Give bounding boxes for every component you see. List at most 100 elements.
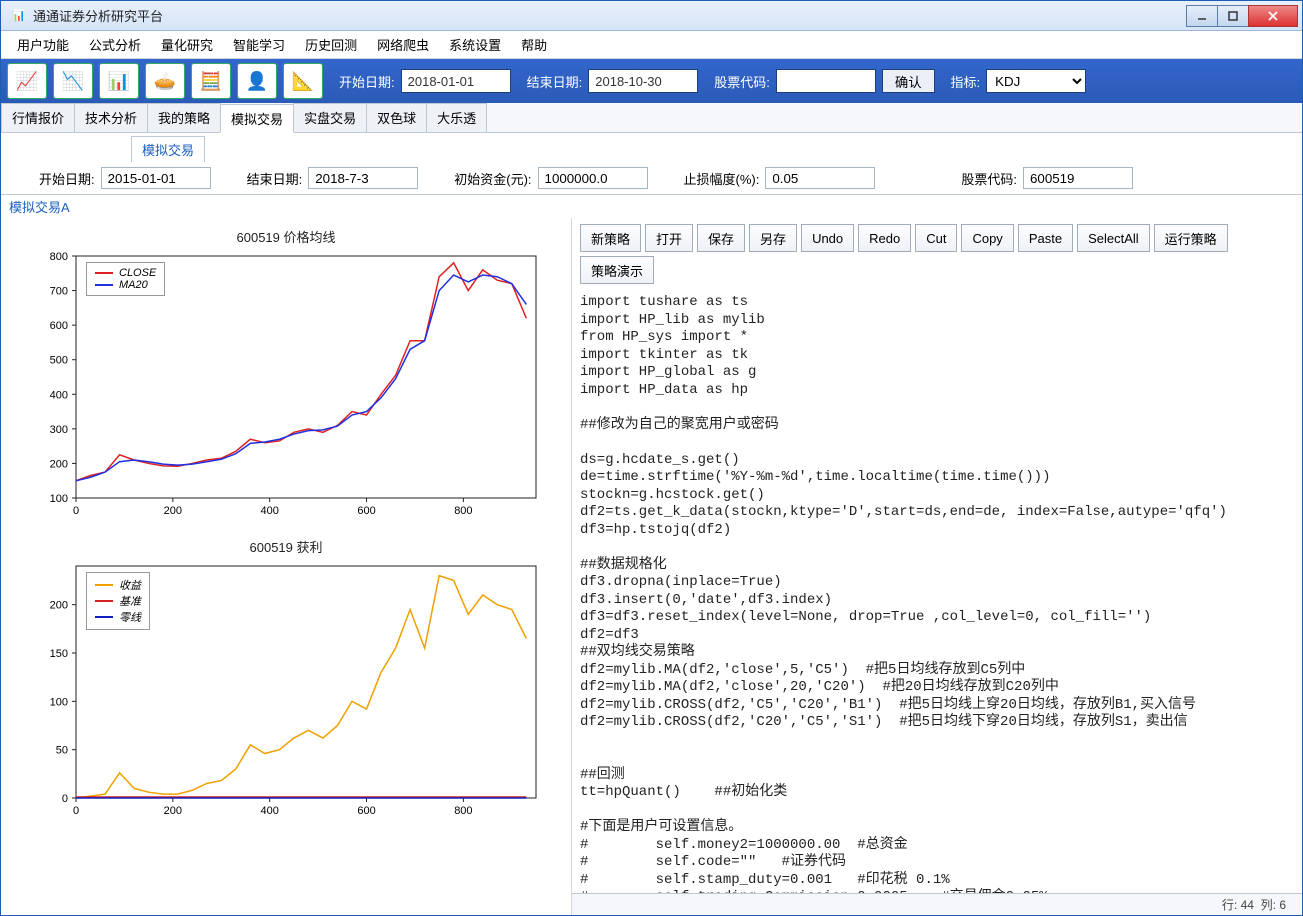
menu-item-4[interactable]: 历史回测 — [297, 33, 365, 56]
toolbar-indicator-label: 指标: — [951, 72, 981, 91]
editor-btn-6[interactable]: Cut — [915, 224, 957, 252]
svg-text:600: 600 — [357, 805, 375, 817]
svg-text:800: 800 — [50, 251, 68, 263]
menubar: 用户功能公式分析量化研究智能学习历史回测网络爬虫系统设置帮助 — [1, 31, 1302, 59]
toolbar-icon-3[interactable]: 📊 — [99, 63, 139, 99]
app-icon: 📊 — [11, 8, 27, 24]
tab-3[interactable]: 模拟交易 — [220, 104, 294, 133]
editor-btn-10[interactable]: 运行策略 — [1154, 224, 1228, 252]
tab-4[interactable]: 实盘交易 — [293, 103, 367, 132]
tab-1[interactable]: 技术分析 — [74, 103, 148, 132]
svg-text:100: 100 — [50, 696, 68, 708]
minimize-button[interactable] — [1186, 5, 1218, 27]
code-editor[interactable]: import tushare as ts import HP_lib as my… — [572, 290, 1302, 893]
svg-text:300: 300 — [50, 424, 68, 436]
svg-text:800: 800 — [454, 805, 472, 817]
status-line-label: 行: — [1222, 896, 1237, 913]
param-end-input[interactable] — [308, 167, 418, 189]
svg-text:50: 50 — [56, 745, 68, 757]
editor-btn-3[interactable]: 另存 — [749, 224, 797, 252]
editor-pane: 新策略打开保存另存UndoRedoCutCopyPasteSelectAll运行… — [571, 218, 1302, 915]
svg-text:150: 150 — [50, 648, 68, 660]
svg-text:600: 600 — [357, 505, 375, 517]
statusbar: 行: 44 列: 6 — [572, 893, 1302, 915]
param-stop-input[interactable] — [765, 167, 875, 189]
svg-text:200: 200 — [50, 458, 68, 470]
param-stop-label: 止损幅度(%): — [684, 169, 760, 188]
editor-btn-5[interactable]: Redo — [858, 224, 911, 252]
svg-text:200: 200 — [50, 600, 68, 612]
editor-btn-4[interactable]: Undo — [801, 224, 854, 252]
main-tabs: 行情报价技术分析我的策略模拟交易实盘交易双色球大乐透 — [1, 103, 1302, 133]
charts-pane: 600519 价格均线10020030040050060070080002004… — [1, 218, 571, 915]
param-stock-input[interactable] — [1023, 167, 1133, 189]
tab-0[interactable]: 行情报价 — [1, 103, 75, 132]
editor-btn-8[interactable]: Paste — [1018, 224, 1073, 252]
toolbar-icon-1[interactable]: 📈 — [7, 63, 47, 99]
svg-text:600: 600 — [50, 320, 68, 332]
indicator-select[interactable]: KDJ — [986, 69, 1086, 93]
menu-item-2[interactable]: 量化研究 — [153, 33, 221, 56]
svg-text:500: 500 — [50, 355, 68, 367]
svg-text:100: 100 — [50, 493, 68, 505]
toolbar-start-input[interactable] — [401, 69, 511, 93]
chart: 600519 价格均线10020030040050060070080002004… — [21, 228, 561, 528]
tab-6[interactable]: 大乐透 — [426, 103, 487, 132]
svg-text:0: 0 — [73, 805, 79, 817]
section-label: 模拟交易A — [1, 195, 1302, 218]
svg-text:700: 700 — [50, 286, 68, 298]
menu-item-0[interactable]: 用户功能 — [9, 33, 77, 56]
main-toolbar: 📈 📉 📊 🥧 🧮 👤 📐 开始日期: 结束日期: 股票代码: 确认 指标: K… — [1, 59, 1302, 103]
confirm-button[interactable]: 确认 — [882, 69, 935, 93]
menu-item-7[interactable]: 帮助 — [513, 33, 555, 56]
toolbar-stock-label: 股票代码: — [714, 72, 770, 91]
close-button[interactable] — [1248, 5, 1298, 27]
sub-tab-row: 模拟交易 — [1, 133, 1302, 162]
chart: 600519 获利0501001502000200400600800收益基准零线 — [21, 538, 561, 828]
toolbar-stock-input[interactable] — [776, 69, 876, 93]
sub-tab[interactable]: 模拟交易 — [131, 136, 205, 162]
param-end-label: 结束日期: — [247, 169, 303, 188]
param-stock-label: 股票代码: — [961, 169, 1017, 188]
tab-5[interactable]: 双色球 — [366, 103, 427, 132]
editor-btn-7[interactable]: Copy — [961, 224, 1013, 252]
toolbar-icon-4[interactable]: 🥧 — [145, 63, 185, 99]
tab-2[interactable]: 我的策略 — [147, 103, 221, 132]
toolbar-icon-7[interactable]: 📐 — [283, 63, 323, 99]
svg-text:400: 400 — [261, 805, 279, 817]
svg-text:200: 200 — [164, 805, 182, 817]
toolbar-end-input[interactable] — [588, 69, 698, 93]
titlebar: 📊 通通证券分析研究平台 — [1, 1, 1302, 31]
editor-btn-2[interactable]: 保存 — [697, 224, 745, 252]
toolbar-end-label: 结束日期: — [527, 72, 583, 91]
param-cap-label: 初始资金(元): — [454, 169, 531, 188]
editor-btn-11[interactable]: 策略演示 — [580, 256, 654, 284]
app-title: 通通证券分析研究平台 — [33, 6, 1187, 25]
svg-text:600519 获利: 600519 获利 — [250, 540, 323, 555]
svg-text:200: 200 — [164, 505, 182, 517]
toolbar-start-label: 开始日期: — [339, 72, 395, 91]
toolbar-icon-6[interactable]: 👤 — [237, 63, 277, 99]
toolbar-icon-5[interactable]: 🧮 — [191, 63, 231, 99]
status-col-label: 列: — [1261, 896, 1276, 913]
param-start-label: 开始日期: — [39, 169, 95, 188]
status-line-value: 44 — [1241, 898, 1254, 912]
menu-item-3[interactable]: 智能学习 — [225, 33, 293, 56]
svg-text:400: 400 — [261, 505, 279, 517]
maximize-button[interactable] — [1217, 5, 1249, 27]
svg-text:400: 400 — [50, 389, 68, 401]
editor-btn-0[interactable]: 新策略 — [580, 224, 641, 252]
menu-item-5[interactable]: 网络爬虫 — [369, 33, 437, 56]
svg-text:0: 0 — [73, 505, 79, 517]
editor-toolbar: 新策略打开保存另存UndoRedoCutCopyPasteSelectAll运行… — [572, 218, 1302, 290]
editor-btn-9[interactable]: SelectAll — [1077, 224, 1150, 252]
editor-btn-1[interactable]: 打开 — [645, 224, 693, 252]
param-row: 开始日期: 结束日期: 初始资金(元): 止损幅度(%): 股票代码: — [1, 162, 1302, 194]
toolbar-icon-2[interactable]: 📉 — [53, 63, 93, 99]
menu-item-6[interactable]: 系统设置 — [441, 33, 509, 56]
menu-item-1[interactable]: 公式分析 — [81, 33, 149, 56]
svg-text:0: 0 — [62, 793, 68, 805]
param-cap-input[interactable] — [538, 167, 648, 189]
param-start-input[interactable] — [101, 167, 211, 189]
svg-text:800: 800 — [454, 505, 472, 517]
